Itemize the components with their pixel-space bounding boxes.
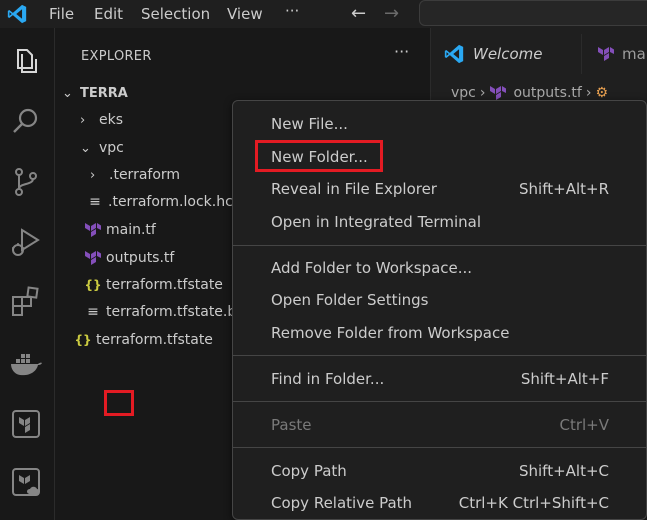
menu-separator xyxy=(233,447,646,448)
tree-item-tfstate[interactable]: {} terraform.tfstate xyxy=(84,272,223,298)
menu-item-label: Reveal in File Explorer xyxy=(271,180,437,198)
menu-more-icon[interactable]: ··· xyxy=(285,2,299,20)
highlight-box-empty-area xyxy=(104,390,134,416)
tree-item-vpc[interactable]: ⌄ vpc xyxy=(80,135,124,161)
highlight-box-new-folder xyxy=(255,140,383,172)
menu-item-label: Add Folder to Workspace... xyxy=(271,259,473,277)
menu-separator xyxy=(233,245,646,246)
tree-item-main-tf[interactable]: main.tf xyxy=(84,217,156,243)
tree-item-label: vpc xyxy=(99,140,124,156)
menu-item-add-folder-workspace[interactable]: Add Folder to Workspace... xyxy=(233,253,646,283)
tree-root-label: TERRA xyxy=(80,85,128,101)
menu-item-shortcut: Shift+Alt+C xyxy=(518,462,609,480)
json-file-icon: {} xyxy=(84,278,102,292)
menu-item-label: Open in Integrated Terminal xyxy=(271,213,481,231)
menu-item-find-in-folder[interactable]: Find in Folder... Shift+Alt+F xyxy=(233,364,646,394)
menu-item-remove-folder-workspace[interactable]: Remove Folder from Workspace xyxy=(233,318,646,348)
explorer-icon[interactable] xyxy=(8,44,44,80)
tree-item-label: .terraform xyxy=(109,167,181,183)
breadcrumb-folder[interactable]: vpc xyxy=(451,85,476,101)
context-menu: New File... New Folder... Reveal in File… xyxy=(232,100,647,520)
chevron-down-icon: ⌄ xyxy=(62,85,73,101)
vscode-logo-icon xyxy=(444,44,464,64)
title-bar: File Edit Selection View ··· ← → xyxy=(0,0,647,28)
tree-item-label: main.tf xyxy=(106,222,156,238)
menu-item-label: Paste xyxy=(271,416,312,434)
tab-welcome[interactable]: Welcome xyxy=(443,34,543,74)
menu-item-shortcut: Ctrl+V xyxy=(559,416,609,434)
menu-item-reveal-in-explorer[interactable]: Reveal in File Explorer Shift+Alt+R xyxy=(233,174,646,204)
breadcrumb-separator: › xyxy=(585,85,592,101)
run-debug-icon[interactable] xyxy=(8,224,44,260)
menu-separator xyxy=(233,355,646,356)
menu-item-open-terminal[interactable]: Open in Integrated Terminal xyxy=(233,207,646,237)
command-center-search[interactable] xyxy=(419,0,647,26)
tab-main[interactable]: main xyxy=(597,34,647,74)
menu-item-label: Copy Relative Path xyxy=(271,494,413,512)
menu-item-copy-path[interactable]: Copy Path Shift+Alt+C xyxy=(233,456,646,486)
explorer-title: EXPLORER xyxy=(81,49,152,64)
menu-item-label: Find in Folder... xyxy=(271,370,385,388)
menu-item-copy-relative-path[interactable]: Copy Relative Path Ctrl+K Ctrl+Shift+C xyxy=(233,488,646,518)
menu-selection[interactable]: Selection xyxy=(141,5,210,23)
text-file-icon: ≡ xyxy=(87,304,99,320)
back-arrow-icon[interactable]: ← xyxy=(351,3,366,24)
tab-label: Welcome xyxy=(473,45,543,63)
menu-item-shortcut: Ctrl+K Ctrl+Shift+C xyxy=(458,494,609,512)
menu-item-paste: Paste Ctrl+V xyxy=(233,410,646,440)
tree-item-label: outputs.tf xyxy=(106,250,175,266)
tree-item-label: terraform.tfstate xyxy=(96,332,213,348)
chevron-down-icon: ⌄ xyxy=(80,140,91,156)
chevron-right-icon: › xyxy=(80,112,86,128)
tree-item-label: terraform.tfstate xyxy=(106,277,223,293)
breadcrumb-separator: › xyxy=(479,85,486,101)
breadcrumb-file[interactable]: outputs.tf xyxy=(513,85,581,101)
menu-separator xyxy=(233,401,646,402)
forward-arrow-icon[interactable]: → xyxy=(384,3,399,24)
menu-view[interactable]: View xyxy=(227,5,263,23)
menu-item-shortcut: Shift+Alt+F xyxy=(520,370,609,388)
menu-item-label: Remove Folder from Workspace xyxy=(271,324,510,342)
menu-item-label: Open Folder Settings xyxy=(271,291,429,309)
activity-bar xyxy=(0,28,55,520)
tree-item-label: .terraform.lock.hcl xyxy=(108,194,237,210)
menu-edit[interactable]: Edit xyxy=(94,5,123,23)
search-icon[interactable] xyxy=(8,104,44,140)
tree-item-eks[interactable]: › eks xyxy=(80,107,123,133)
menu-item-new-file[interactable]: New File... xyxy=(233,109,646,139)
text-file-icon: ≡ xyxy=(89,194,101,210)
tree-item-outputs-tf[interactable]: outputs.tf xyxy=(84,245,174,271)
chevron-right-icon: › xyxy=(90,167,96,183)
menu-item-open-folder-settings[interactable]: Open Folder Settings xyxy=(233,285,646,315)
extensions-icon[interactable] xyxy=(8,284,44,320)
symbol-icon: ⚙ xyxy=(595,85,608,101)
tree-item-root-tfstate[interactable]: {} terraform.tfstate xyxy=(74,327,213,353)
tree-item-lock-file[interactable]: ≡ .terraform.lock.hcl xyxy=(86,189,237,215)
menu-item-shortcut: Shift+Alt+R xyxy=(519,180,609,198)
json-file-icon: {} xyxy=(74,333,92,347)
vscode-logo-icon xyxy=(7,4,27,24)
docker-icon[interactable] xyxy=(8,346,44,382)
tree-item-terraform-dir[interactable]: › .terraform xyxy=(90,162,180,188)
terraform-file-icon xyxy=(598,47,614,61)
explorer-more-icon[interactable]: ··· xyxy=(394,42,409,61)
tree-root-terra[interactable]: ⌄ TERRA xyxy=(62,80,128,106)
tab-label: main xyxy=(622,45,647,63)
tab-divider xyxy=(581,34,582,74)
terraform-icon[interactable] xyxy=(8,406,44,442)
tree-item-label: eks xyxy=(99,112,124,128)
menu-item-label: New File... xyxy=(271,115,348,133)
menu-item-label: Copy Path xyxy=(271,462,347,480)
terraform-file-icon xyxy=(85,223,101,237)
source-control-icon[interactable] xyxy=(8,164,44,200)
terraform-file-icon xyxy=(85,251,101,265)
terraform-cloud-icon[interactable] xyxy=(8,464,44,500)
menu-file[interactable]: File xyxy=(49,5,74,23)
